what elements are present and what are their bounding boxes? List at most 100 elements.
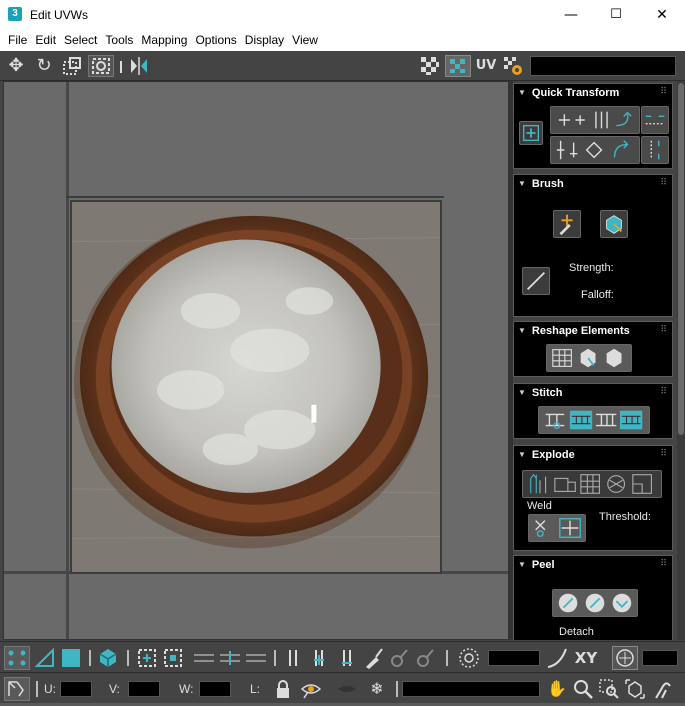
main-toolbar: ✥ ↻ UV bbox=[0, 51, 685, 81]
rollout-reshape-elements: ▼ Reshape Elements ⠿ bbox=[513, 321, 673, 377]
drag-handle-icon[interactable]: ⠿ bbox=[660, 449, 667, 459]
rollout-header[interactable]: ▼ Explode bbox=[518, 449, 575, 461]
space-vertical-button[interactable] bbox=[641, 136, 669, 164]
rollout-header[interactable]: ▼ Quick Transform bbox=[518, 87, 619, 99]
limit-value[interactable] bbox=[642, 650, 678, 666]
bottom-toolbar-coordinates: U: V: W: L: ❄ ✋ bbox=[0, 672, 685, 703]
align-buttons-top[interactable] bbox=[550, 106, 640, 134]
rollout-stitch: ▼ Stitch ⠿ bbox=[513, 383, 673, 439]
move-icon[interactable]: ✥ bbox=[4, 55, 28, 77]
menu-mapping[interactable]: Mapping bbox=[137, 30, 191, 51]
rollout-header[interactable]: ▼ Reshape Elements bbox=[518, 325, 630, 337]
paint-move-button[interactable] bbox=[553, 210, 581, 238]
zoom-region-icon[interactable] bbox=[598, 678, 620, 700]
pan-hand-icon[interactable]: ✋ bbox=[546, 678, 568, 700]
peel-buttons[interactable] bbox=[552, 589, 638, 617]
select-by-edge-icon[interactable] bbox=[282, 647, 304, 669]
checker-pattern-icon[interactable] bbox=[418, 55, 442, 77]
texture-settings-icon[interactable] bbox=[501, 55, 525, 77]
menu-view[interactable]: View bbox=[288, 30, 322, 51]
soft-selection-value[interactable] bbox=[488, 650, 540, 666]
vertex-select-icon[interactable] bbox=[4, 646, 30, 670]
reshape-buttons[interactable] bbox=[546, 344, 632, 372]
explode-buttons[interactable] bbox=[522, 470, 662, 498]
menu-tools[interactable]: Tools bbox=[101, 30, 137, 51]
freeze-icon[interactable]: ❄ bbox=[366, 678, 388, 700]
menu-edit[interactable]: Edit bbox=[31, 30, 60, 51]
scrollbar-thumb[interactable] bbox=[678, 83, 684, 435]
polygon-select-icon[interactable] bbox=[60, 647, 82, 669]
drag-handle-icon[interactable]: ⠿ bbox=[660, 387, 667, 397]
drag-handle-icon[interactable]: ⠿ bbox=[660, 559, 667, 569]
panel-scrollbar[interactable] bbox=[677, 81, 685, 640]
soft-selection-icon[interactable] bbox=[458, 647, 480, 669]
shrink-selection-icon[interactable] bbox=[162, 647, 184, 669]
rotate-icon[interactable]: ↻ bbox=[32, 55, 56, 77]
align-buttons-bottom[interactable] bbox=[550, 136, 640, 164]
menu-bar: File Edit Select Tools Mapping Options Display… bbox=[0, 30, 685, 51]
element-filter-dropdown[interactable] bbox=[402, 681, 540, 697]
select-inverse-icon[interactable] bbox=[336, 647, 358, 669]
select-ring-icon[interactable] bbox=[308, 647, 330, 669]
rollout-header[interactable]: ▼ Brush bbox=[518, 178, 564, 190]
hide-icon[interactable] bbox=[336, 678, 358, 700]
zoom-extents-icon[interactable] bbox=[624, 678, 646, 700]
separator bbox=[446, 650, 448, 666]
rollout-peel: ▼ Peel ⠿ Detach bbox=[513, 555, 673, 640]
rollout-brush: ▼ Brush ⠿ Strength: Falloff: bbox=[513, 174, 673, 317]
separator bbox=[127, 650, 129, 666]
mirror-icon[interactable] bbox=[126, 55, 152, 77]
menu-display[interactable]: Display bbox=[241, 30, 288, 51]
show-hidden-icon[interactable] bbox=[300, 678, 322, 700]
weld-label: Weld bbox=[527, 500, 552, 512]
v-coordinate-field[interactable] bbox=[128, 681, 160, 697]
toolbar-separator bbox=[120, 61, 122, 73]
drag-handle-icon[interactable]: ⠿ bbox=[660, 87, 667, 97]
menu-file[interactable]: File bbox=[4, 30, 31, 51]
limit-selection-icon[interactable] bbox=[612, 646, 638, 670]
title-bar: 3 Edit UVWs — ☐ ✕ bbox=[0, 0, 685, 30]
freeform-gizmo-button[interactable] bbox=[519, 121, 543, 145]
menu-options[interactable]: Options bbox=[191, 30, 240, 51]
paint-shrink-icon[interactable] bbox=[414, 647, 436, 669]
texture-map-image bbox=[70, 200, 442, 574]
texture-dropdown[interactable] bbox=[530, 56, 676, 76]
separator bbox=[396, 681, 398, 697]
w-coordinate-label: W: bbox=[179, 682, 194, 696]
paint-select-icon[interactable] bbox=[362, 647, 384, 669]
lock-icon[interactable] bbox=[272, 678, 294, 700]
maximize-button[interactable]: ☐ bbox=[593, 0, 639, 30]
drag-handle-icon[interactable]: ⠿ bbox=[660, 178, 667, 188]
scale-icon[interactable] bbox=[60, 55, 84, 77]
falloff-space-xy-button[interactable]: XY bbox=[572, 647, 600, 669]
freeform-icon[interactable] bbox=[88, 55, 114, 77]
uv-editor-viewport[interactable] bbox=[3, 81, 509, 640]
drag-handle-icon[interactable]: ⠿ bbox=[660, 325, 667, 335]
rollout-header[interactable]: ▼ Stitch bbox=[518, 387, 562, 399]
element-select-icon[interactable] bbox=[97, 647, 119, 669]
v-coordinate-label: V: bbox=[109, 682, 120, 696]
paint-grow-icon[interactable] bbox=[388, 647, 410, 669]
brush-falloff-curve-button[interactable] bbox=[522, 267, 550, 295]
edge-select-icon[interactable] bbox=[34, 647, 56, 669]
loop-ring-icons[interactable] bbox=[192, 647, 268, 669]
texture-checker-icon[interactable] bbox=[445, 55, 471, 77]
space-horizontal-button[interactable] bbox=[641, 106, 669, 134]
close-button[interactable]: ✕ bbox=[639, 0, 685, 30]
app-icon: 3 bbox=[8, 7, 22, 21]
absolute-mode-icon[interactable] bbox=[4, 677, 30, 701]
menu-select[interactable]: Select bbox=[60, 30, 101, 51]
snap-icon[interactable] bbox=[652, 678, 674, 700]
rollout-header[interactable]: ▼ Peel bbox=[518, 559, 555, 571]
falloff-curve-icon[interactable] bbox=[546, 647, 568, 669]
relax-brush-button[interactable] bbox=[600, 210, 628, 238]
weld-buttons[interactable] bbox=[528, 514, 586, 542]
detach-label: Detach bbox=[559, 626, 594, 638]
u-coordinate-field[interactable] bbox=[60, 681, 92, 697]
stitch-buttons[interactable] bbox=[538, 406, 650, 434]
grow-selection-icon[interactable] bbox=[136, 647, 158, 669]
zoom-icon[interactable] bbox=[572, 678, 594, 700]
uv-channel-button[interactable]: UV bbox=[474, 55, 498, 77]
w-coordinate-field[interactable] bbox=[199, 681, 231, 697]
minimize-button[interactable]: — bbox=[548, 0, 594, 30]
